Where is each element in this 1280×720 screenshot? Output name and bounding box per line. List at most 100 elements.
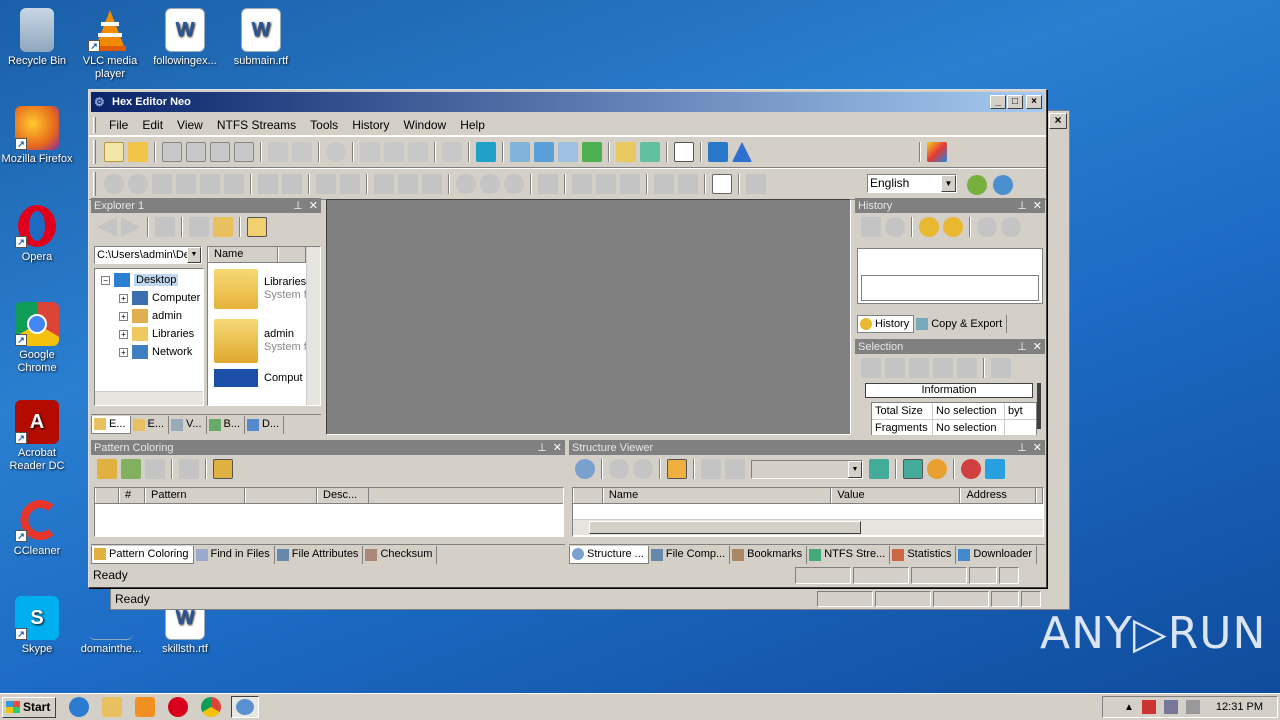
select-range-icon[interactable] xyxy=(933,358,953,378)
new-file-icon[interactable] xyxy=(104,142,124,162)
tab-statistics[interactable]: Statistics xyxy=(890,545,957,564)
history-branch-icon[interactable] xyxy=(943,217,963,237)
structure-color-icon[interactable] xyxy=(927,459,947,479)
tab-copy-export[interactable]: Copy & Export xyxy=(914,315,1008,333)
horizontal-scrollbar[interactable] xyxy=(95,391,203,405)
history-doc-icon[interactable] xyxy=(861,217,881,237)
select-icon[interactable] xyxy=(538,174,558,194)
expand-icon[interactable]: + xyxy=(119,329,128,339)
history-timeline-icon[interactable] xyxy=(919,217,939,237)
modify-icon[interactable] xyxy=(316,174,336,194)
open-folder-icon[interactable] xyxy=(128,142,148,162)
scrollbar-thumb[interactable] xyxy=(589,521,861,534)
tab-b[interactable]: B... xyxy=(207,415,246,434)
explorer-icon[interactable] xyxy=(102,697,122,717)
taskbar-hex-editor[interactable] xyxy=(231,696,259,718)
chevron-down-icon[interactable]: ▼ xyxy=(941,175,956,192)
undo-icon[interactable] xyxy=(104,174,124,194)
tab-file-compare[interactable]: File Comp... xyxy=(649,545,731,564)
export-icon[interactable] xyxy=(398,174,418,194)
file-item[interactable]: Comput xyxy=(208,367,320,389)
close-icon[interactable]: ✕ xyxy=(1033,199,1042,212)
history-field[interactable] xyxy=(861,275,1039,301)
edit-icon[interactable] xyxy=(152,174,172,194)
desktop-icon-opera[interactable]: ↗ Opera xyxy=(0,204,74,264)
unlink-icon[interactable] xyxy=(633,459,653,479)
column-blank[interactable] xyxy=(95,488,119,503)
file-item[interactable]: Libraries System f xyxy=(208,263,320,315)
column-name[interactable]: Name xyxy=(208,247,278,262)
pin-icon[interactable]: ⊥ xyxy=(1017,340,1027,353)
column-description[interactable]: Desc... xyxy=(317,488,369,503)
search-file-icon[interactable] xyxy=(558,142,578,162)
goto-icon[interactable] xyxy=(572,174,592,194)
close-icon[interactable]: ✕ xyxy=(1033,340,1042,353)
structure-nav2-icon[interactable] xyxy=(725,459,745,479)
help-icon[interactable] xyxy=(708,142,728,162)
close-icon[interactable]: ✕ xyxy=(553,441,562,454)
expand-icon[interactable]: + xyxy=(119,311,128,321)
column-pattern[interactable]: Pattern xyxy=(145,488,245,503)
column-extra[interactable] xyxy=(278,247,306,262)
hex-editor-window[interactable]: ⚙ Hex Editor Neo _ □ × File Edit View NT… xyxy=(88,89,1047,588)
find-icon[interactable] xyxy=(456,174,476,194)
tree-item-desktop[interactable]: − Desktop xyxy=(101,271,203,289)
structure-library-icon[interactable] xyxy=(961,459,981,479)
tab-pattern-coloring[interactable]: Pattern Coloring xyxy=(91,545,194,564)
horizontal-scrollbar[interactable] xyxy=(573,519,1043,535)
remove-pattern-icon[interactable] xyxy=(145,459,165,479)
history-list[interactable] xyxy=(857,248,1043,304)
menu-window[interactable]: Window xyxy=(397,116,454,134)
column-size[interactable]: S xyxy=(1036,488,1043,503)
paste-icon[interactable] xyxy=(200,174,220,194)
help-f1-icon[interactable] xyxy=(674,142,694,162)
forward-arrow-icon[interactable] xyxy=(121,217,141,237)
history-clock-icon[interactable] xyxy=(885,217,905,237)
select-all-icon[interactable] xyxy=(861,358,881,378)
folder-options-icon[interactable] xyxy=(213,217,233,237)
up-folder-icon[interactable] xyxy=(155,217,175,237)
chevron-down-icon[interactable]: ▼ xyxy=(848,460,862,478)
document-area[interactable] xyxy=(326,199,851,435)
tree-item-computer[interactable]: + Computer xyxy=(101,289,203,307)
tab-checksum[interactable]: Checksum xyxy=(363,545,438,564)
desktop-icon-chrome[interactable]: ↗ Google Chrome xyxy=(0,302,74,375)
view-icon[interactable] xyxy=(189,217,209,237)
pattern-options-icon[interactable] xyxy=(213,459,233,479)
tab-d[interactable]: D... xyxy=(245,415,285,434)
menu-tools[interactable]: Tools xyxy=(303,116,345,134)
volume-icon[interactable] xyxy=(1185,700,1200,714)
close-icon[interactable]: ✕ xyxy=(309,199,318,212)
structure-nav-icon[interactable] xyxy=(701,459,721,479)
close-icon[interactable]: ✕ xyxy=(1033,441,1042,454)
history-forward-icon[interactable] xyxy=(1001,217,1021,237)
ie-icon[interactable] xyxy=(69,697,89,717)
globe-icon[interactable] xyxy=(993,175,1013,195)
convert-icon[interactable] xyxy=(422,174,442,194)
column-name[interactable]: Name xyxy=(602,488,832,503)
desktop-icon-recycle-bin[interactable]: Recycle Bin xyxy=(0,8,74,68)
folder-tree-icon[interactable] xyxy=(247,217,267,237)
desktop-icon-firefox[interactable]: ↗ Mozilla Firefox xyxy=(0,106,74,166)
structure-refresh-icon[interactable] xyxy=(869,459,889,479)
opera-icon[interactable] xyxy=(168,697,188,717)
select-grid-icon[interactable] xyxy=(957,358,977,378)
chevron-down-icon[interactable]: ▼ xyxy=(187,247,201,263)
toolbar-grip[interactable] xyxy=(93,172,96,196)
clipboard-icon[interactable] xyxy=(340,174,360,194)
arrange-icon[interactable] xyxy=(408,142,428,162)
options-icon[interactable] xyxy=(442,142,462,162)
back-arrow-icon[interactable] xyxy=(97,217,117,237)
warning-icon[interactable] xyxy=(732,142,752,162)
column-value[interactable]: Value xyxy=(831,488,961,503)
close-icon[interactable]: × xyxy=(1049,113,1067,129)
maximize-button[interactable]: □ xyxy=(1007,95,1023,109)
binary-icon[interactable] xyxy=(712,174,732,194)
language-select[interactable]: English ▼ xyxy=(867,174,957,193)
menu-edit[interactable]: Edit xyxy=(135,116,170,134)
print-icon[interactable] xyxy=(234,142,254,162)
tab-bookmarks[interactable]: Bookmarks xyxy=(730,545,808,564)
title-bar[interactable]: ⚙ Hex Editor Neo _ □ × xyxy=(91,92,1044,112)
media-player-icon[interactable] xyxy=(135,697,155,717)
desktop-icon-acrobat[interactable]: A ↗ Acrobat Reader DC xyxy=(0,400,74,473)
